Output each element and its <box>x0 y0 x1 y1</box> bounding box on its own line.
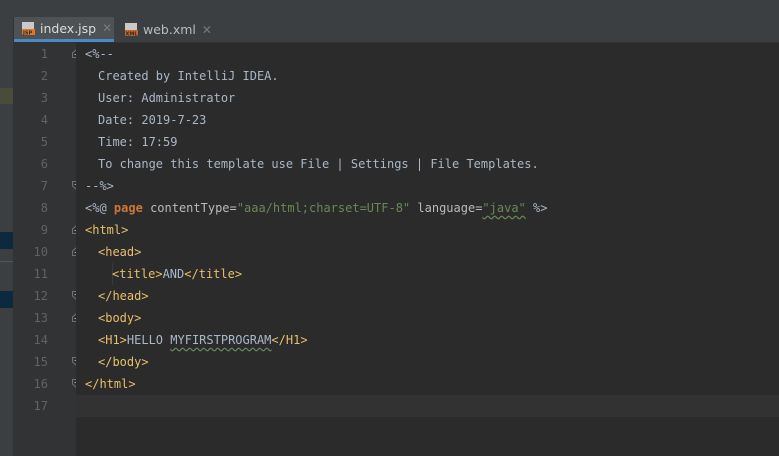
line-number: 4 <box>40 113 48 127</box>
svg-text:XML: XML <box>126 32 139 38</box>
project-panel-edge[interactable] <box>0 17 14 456</box>
code-line-5: Time: 17:59 <box>98 135 178 149</box>
tab-web-xml[interactable]: XML web.xml ✕ <box>114 17 212 42</box>
attr-name: contentType= <box>150 201 237 215</box>
code-editor[interactable]: <%-- Created by IntelliJ IDEA. User: Adm… <box>76 43 779 456</box>
tab-index-jsp[interactable]: JSP index.jsp ✕ <box>14 17 114 42</box>
line-number: 11 <box>33 267 48 281</box>
code-line-7: --%> <box>85 179 114 193</box>
code-line-2: Created by IntelliJ IDEA. <box>98 69 279 83</box>
ide-window: JSP index.jsp ✕ XML web.xml ✕ 1 2 3 4 5 … <box>0 0 779 456</box>
tag-open: <H1> <box>98 333 127 347</box>
line-number: 5 <box>40 135 48 149</box>
line-number: 13 <box>33 311 48 325</box>
editor-tab-bar: JSP index.jsp ✕ XML web.xml ✕ <box>14 17 779 43</box>
line-number: 14 <box>33 333 48 347</box>
line-number: 16 <box>33 377 48 391</box>
attr-value: "aaa/html;charset=UTF-8" <box>236 201 411 215</box>
tag-text: HELLO <box>126 333 171 347</box>
panel-highlight <box>0 88 13 104</box>
line-number: 17 <box>33 399 48 413</box>
svg-text:JSP: JSP <box>22 30 32 36</box>
attr-name: language= <box>417 201 483 215</box>
directive-close: %> <box>533 201 548 215</box>
code-line-13: <body> <box>98 311 142 325</box>
code-line-14: <H1>HELLO MYFIRSTPROGRAM</H1> <box>98 329 308 351</box>
xml-file-icon: XML <box>124 22 139 38</box>
tag-text: AND <box>162 267 185 281</box>
panel-selection <box>0 232 13 249</box>
code-line-16: </html> <box>85 377 136 391</box>
panel-divider <box>0 261 13 262</box>
tag-open: <title> <box>112 267 163 281</box>
line-number: 1 <box>40 47 48 61</box>
tab-label: index.jsp <box>40 20 97 36</box>
tab-label: web.xml <box>143 22 196 37</box>
line-number: 7 <box>40 179 48 193</box>
code-line-1: <%-- <box>85 47 114 61</box>
line-number: 8 <box>40 201 48 215</box>
code-line-10: <head> <box>98 245 142 259</box>
line-number: 9 <box>40 223 48 237</box>
line-number: 2 <box>40 69 48 83</box>
jsp-file-icon: JSP <box>21 21 36 36</box>
tag-close: </title> <box>184 267 243 281</box>
code-line-15: </body> <box>98 355 149 369</box>
tag-text-typo: MYFIRSTPROGRAM <box>170 333 272 347</box>
line-number-gutter[interactable]: 1 2 3 4 5 6 7 8 9 10 11 12 13 14 15 16 1… <box>14 43 81 456</box>
code-line-9: <html> <box>85 223 129 237</box>
tag-close: </H1> <box>271 333 308 347</box>
code-line-4: Date: 2019-7-23 <box>98 113 207 127</box>
attr-value: "java" <box>482 201 526 215</box>
panel-selection-2 <box>0 291 13 308</box>
current-line-highlight <box>76 395 779 417</box>
toolbar-strip <box>0 0 779 17</box>
close-icon[interactable]: ✕ <box>202 23 212 37</box>
line-number: 15 <box>33 355 48 369</box>
code-line-12: </head> <box>98 289 149 303</box>
code-line-6: To change this template use File | Setti… <box>98 157 539 171</box>
line-number: 12 <box>33 289 48 303</box>
code-line-8: <%@ page contentType="aaa/html;charset=U… <box>85 197 547 219</box>
close-icon[interactable]: ✕ <box>102 21 112 35</box>
line-number: 6 <box>40 157 48 171</box>
line-number: 10 <box>33 245 48 259</box>
code-line-3: User: Administrator <box>98 91 236 105</box>
code-line-11: <title>AND</title> <box>112 263 242 285</box>
directive-open: <%@ <box>85 201 107 215</box>
directive-keyword: page <box>113 201 143 215</box>
line-number: 3 <box>40 91 48 105</box>
